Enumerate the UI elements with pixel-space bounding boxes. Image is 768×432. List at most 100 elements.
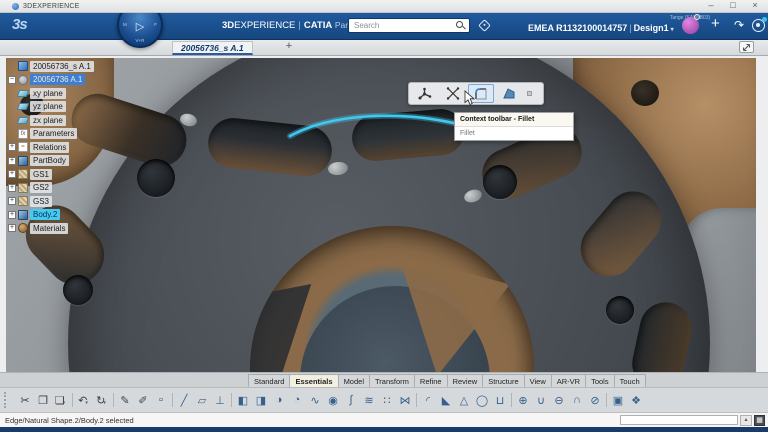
status-bar: Edge/Natural Shape.2/Body.2 selected ▴ ▦: [0, 412, 768, 427]
dassault-3ds-logo: 3s: [12, 16, 27, 33]
robot-manipulator-icon[interactable]: [412, 84, 438, 103]
tree-expander[interactable]: +: [8, 170, 16, 178]
undo-icon[interactable]: ↶▾: [74, 391, 92, 409]
ribbon-tab[interactable]: Tools: [585, 374, 614, 388]
shaft-icon[interactable]: ◑: [269, 391, 287, 409]
plane-tool-icon[interactable]: ▱: [192, 391, 210, 409]
body-tool-icon[interactable]: ▣: [608, 391, 626, 409]
intersect-icon[interactable]: ∩: [567, 391, 585, 409]
document-tab[interactable]: 20056736_s A.1: [172, 41, 253, 55]
line-icon[interactable]: ╱: [174, 391, 192, 409]
tree-expander[interactable]: +: [8, 224, 16, 232]
paste-icon[interactable]: ❏▾: [51, 391, 69, 409]
tree-expander[interactable]: +: [8, 184, 16, 192]
sketch-icon[interactable]: ✎: [115, 391, 133, 409]
tree-item[interactable]: + Materials: [8, 222, 158, 235]
maximize-button[interactable]: □: [722, 0, 744, 12]
3d-canvas[interactable]: Context toolbar - Fillet Fillet 20056736…: [6, 58, 756, 372]
tree-item-icon: [17, 117, 30, 124]
status-expand-button[interactable]: ▴: [740, 415, 752, 426]
chamfer-icon[interactable]: [496, 84, 522, 103]
thickness-icon[interactable]: ⊔: [490, 391, 508, 409]
redo-icon[interactable]: ↻▾: [92, 391, 110, 409]
search-input[interactable]: [349, 21, 456, 30]
tree-expander[interactable]: +: [8, 197, 16, 205]
tree-item[interactable]: zx plane: [8, 114, 158, 127]
tag-icon[interactable]: [478, 19, 491, 32]
pattern-icon[interactable]: ∷: [377, 391, 395, 409]
ribbon-tab[interactable]: Touch: [614, 374, 646, 388]
fillet-tool-icon[interactable]: ◜: [418, 391, 436, 409]
tree-item[interactable]: Parameters: [8, 128, 158, 141]
ribbon-tab[interactable]: AR-VR: [551, 374, 585, 388]
selected-fillet-edge[interactable]: [286, 106, 466, 146]
tree-expander[interactable]: +: [8, 211, 16, 219]
shell-icon[interactable]: ◯: [472, 391, 490, 409]
cut-icon[interactable]: ✂: [15, 391, 33, 409]
tree-item[interactable]: xy plane: [8, 87, 158, 100]
tree-item[interactable]: + GS1: [8, 168, 158, 181]
close-button[interactable]: ×: [744, 0, 766, 12]
window-title: 3DEXPERIENCE: [23, 3, 79, 10]
tree-item[interactable]: 20056736_s A.1: [8, 60, 158, 73]
rib-icon[interactable]: ∫: [341, 391, 359, 409]
ribbon-tab[interactable]: Structure: [482, 374, 523, 388]
tree-item[interactable]: + Relations: [8, 141, 158, 154]
new-tab-button[interactable]: +: [282, 40, 296, 52]
copy-icon[interactable]: ❐: [33, 391, 51, 409]
ribbon-tab[interactable]: Essentials: [289, 374, 337, 388]
toolbar-drag-handle[interactable]: [4, 392, 9, 408]
pocket-icon[interactable]: ◨: [251, 391, 269, 409]
tree-item[interactable]: + GS2: [8, 182, 158, 195]
tree-expander[interactable]: +: [8, 143, 16, 151]
tree-item[interactable]: − 20056736 A.1: [8, 74, 158, 87]
axis-system-icon[interactable]: ⊥: [210, 391, 228, 409]
ribbon-tab[interactable]: Model: [338, 374, 369, 388]
remove-boolean-icon[interactable]: ⊖: [549, 391, 567, 409]
explode-icon[interactable]: [440, 84, 466, 103]
pad-icon[interactable]: ◧: [233, 391, 251, 409]
hole-tool-icon[interactable]: ◉: [323, 391, 341, 409]
sweep-icon[interactable]: ∿: [305, 391, 323, 409]
tree-item-label: zx plane: [30, 115, 66, 126]
tree-item[interactable]: + PartBody: [8, 155, 158, 168]
mirror-icon[interactable]: ⋈: [395, 391, 413, 409]
tree-item-icon: [18, 156, 28, 166]
multi-section-icon[interactable]: ≋: [359, 391, 377, 409]
ribbon-tab[interactable]: Standard: [248, 374, 289, 388]
tenant-selector[interactable]: EMEA R1132100014757|Design1▾: [528, 23, 674, 33]
groove-icon[interactable]: ◔: [287, 391, 305, 409]
ribbon-tabbar: Standard Essentials Model Transform Refi…: [0, 372, 768, 387]
tree-item[interactable]: yz plane: [8, 101, 158, 114]
viewport-expand-button[interactable]: [739, 41, 754, 53]
assemble-icon[interactable]: ⊕: [513, 391, 531, 409]
draft-icon[interactable]: △: [454, 391, 472, 409]
share-icon[interactable]: ↷: [734, 18, 744, 32]
command-input[interactable]: [620, 415, 738, 425]
search-icon[interactable]: [456, 21, 465, 30]
tooltip-text: Fillet: [455, 127, 573, 140]
ribbon-tab[interactable]: Refine: [414, 374, 447, 388]
split-icon[interactable]: ⊘: [585, 391, 603, 409]
application-window: 3DEXPERIENCE – □ × 3s 3DEXPERIENCE|CATIA…: [0, 0, 768, 432]
chamfer-tool-icon[interactable]: ◣: [436, 391, 454, 409]
insert-icon[interactable]: ❖: [626, 391, 644, 409]
tree-item[interactable]: + GS3: [8, 195, 158, 208]
add-content-button[interactable]: +: [711, 15, 720, 32]
ribbon-tab[interactable]: Review: [447, 374, 483, 388]
tree-item[interactable]: + Body.2: [8, 209, 158, 222]
tree-item-label: Materials: [30, 223, 68, 234]
tree-expander[interactable]: −: [8, 76, 16, 84]
positioned-sketch-icon[interactable]: ✐: [133, 391, 151, 409]
search-box[interactable]: [348, 18, 470, 33]
ribbon-tab[interactable]: View: [524, 374, 551, 388]
plate-hole: [63, 275, 93, 305]
tree-item-icon: [17, 103, 30, 110]
minimize-button[interactable]: –: [700, 0, 722, 12]
add-boolean-icon[interactable]: ∪: [531, 391, 549, 409]
toolbar-drag-handle[interactable]: [527, 91, 532, 96]
tree-expander[interactable]: +: [8, 157, 16, 165]
ribbon-tab[interactable]: Transform: [369, 374, 414, 388]
status-grid-icon[interactable]: ▦: [754, 415, 765, 426]
more-options-icon[interactable]: ▫: [151, 391, 169, 409]
